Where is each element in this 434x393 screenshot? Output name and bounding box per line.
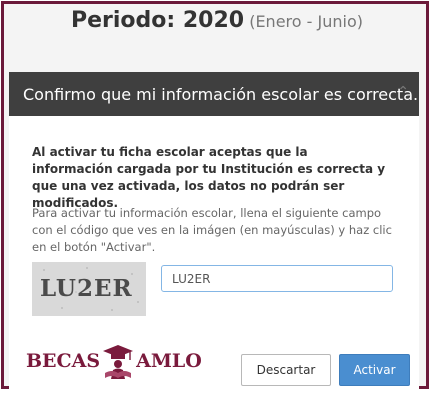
logo-left-text: BECAS: [26, 350, 101, 372]
modal-header: Confirmo que mi información escolar es c…: [9, 72, 419, 116]
logo-right-text: AMLO: [136, 350, 202, 372]
period-year: Periodo: 2020: [71, 8, 245, 33]
graduation-cap-icon: [103, 345, 134, 379]
activation-instructions: Para activar tu información escolar, lle…: [32, 206, 392, 254]
period-heading: Periodo: 2020 (Enero - Junio): [0, 8, 434, 33]
captcha-code-input[interactable]: [161, 265, 393, 292]
activation-notice: Al activar tu ficha escolar aceptas que …: [32, 145, 386, 210]
period-range: (Enero - Junio): [249, 12, 363, 31]
captcha-text: LU2ER: [40, 275, 133, 302]
modal-title: Confirmo que mi información escolar es c…: [23, 84, 419, 104]
close-icon[interactable]: ⌃: [397, 84, 409, 100]
becas-amlo-logo: BECAS AMLO: [26, 343, 202, 379]
discard-button[interactable]: Descartar: [241, 354, 331, 386]
activate-button[interactable]: Activar: [339, 354, 410, 386]
captcha-image: LU2ER: [32, 262, 146, 316]
